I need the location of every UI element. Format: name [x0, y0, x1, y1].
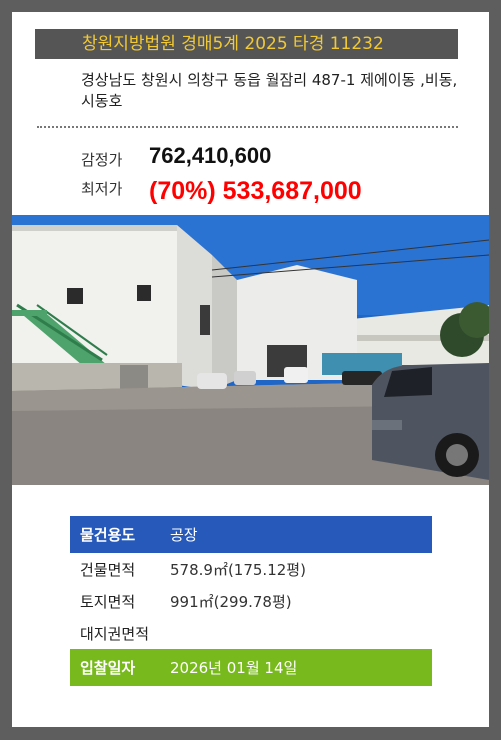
appraisal-price-label: 감정가: [81, 151, 123, 169]
land-area-row: 토지면적 991㎡(299.78평): [70, 585, 432, 617]
building-area-value: 578.9㎡(175.12평): [170, 560, 306, 579]
factory-building-image: [12, 215, 489, 485]
usage-label: 물건용도: [80, 526, 136, 544]
bid-date-label: 입찰일자: [80, 659, 136, 677]
property-address: 경상남도 창원시 의창구 동읍 월잠리 487-1 제에이동 ,비동,시동호: [81, 71, 458, 110]
building-area-label: 건물면적: [80, 560, 136, 579]
bid-date-row: 입찰일자 2026년 01월 14일: [70, 649, 432, 686]
usage-value: 공장: [170, 526, 198, 544]
land-area-label: 토지면적: [80, 592, 136, 611]
land-area-value: 991㎡(299.78평): [170, 592, 292, 611]
case-title-bar: 창원지방법원 경매5계 2025 타경 11232: [35, 29, 458, 59]
property-photo: [12, 215, 489, 485]
appraisal-price-value: 762,410,600: [149, 143, 272, 168]
listing-card: 창원지방법원 경매5계 2025 타경 11232 경상남도 창원시 의창구 동…: [12, 12, 489, 727]
minimum-price-label: 최저가: [81, 180, 123, 198]
minimum-price-value: (70%) 533,687,000: [149, 177, 362, 205]
bid-date-value: 2026년 01월 14일: [170, 659, 298, 677]
building-area-row: 건물면적 578.9㎡(175.12평): [70, 553, 432, 585]
case-title: 창원지방법원 경매5계 2025 타경 11232: [82, 34, 384, 54]
usage-row: 물건용도 공장: [70, 516, 432, 553]
land-right-area-row: 대지권면적: [70, 617, 432, 649]
land-right-area-label: 대지권면적: [80, 624, 150, 643]
divider: [37, 126, 458, 128]
property-details: 물건용도 공장 건물면적 578.9㎡(175.12평) 토지면적 991㎡(2…: [70, 516, 432, 686]
